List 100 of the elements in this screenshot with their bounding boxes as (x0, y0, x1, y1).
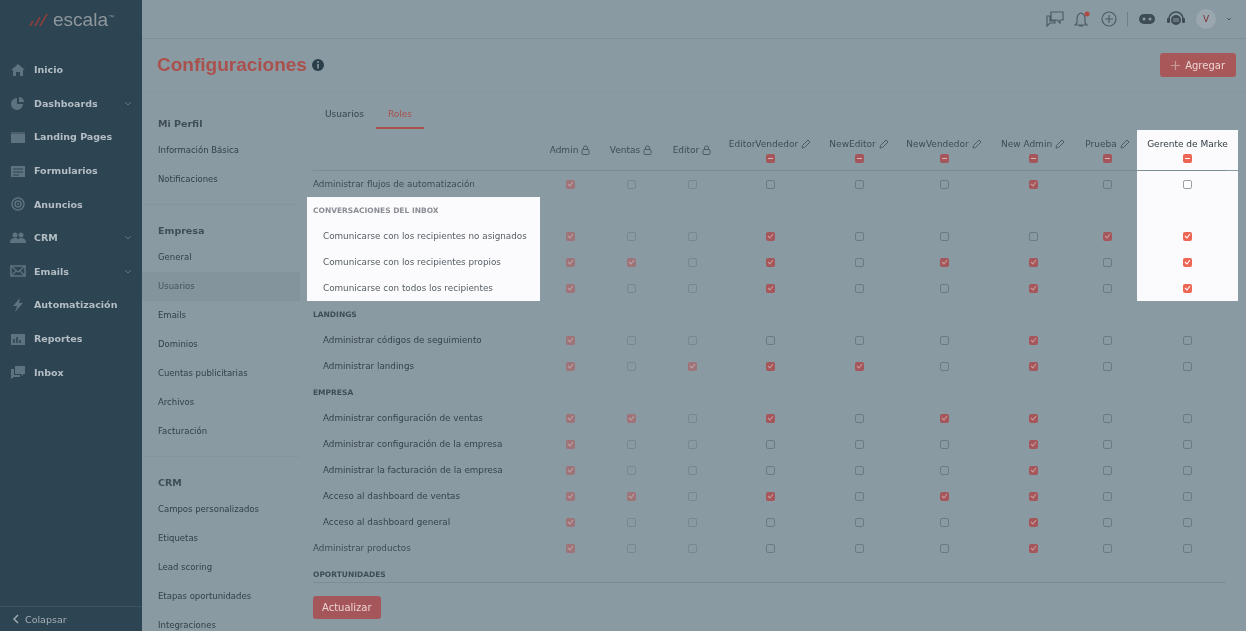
settings-nav-item[interactable]: Usuarios (142, 272, 300, 301)
permission-checkbox[interactable] (765, 231, 775, 241)
settings-nav-item[interactable]: Facturación (142, 417, 300, 446)
permission-checkbox[interactable] (854, 543, 864, 553)
settings-nav-item[interactable]: Etapas oportunidades (142, 582, 300, 611)
permission-checkbox[interactable] (854, 179, 864, 189)
permission-checkbox[interactable] (854, 517, 864, 527)
permission-checkbox[interactable] (1103, 179, 1112, 189)
collapse-button[interactable]: Colapsar (0, 606, 142, 631)
permission-checkbox[interactable] (565, 283, 575, 293)
permission-checkbox[interactable] (1183, 283, 1192, 293)
select-all-checkbox[interactable] (765, 153, 775, 163)
permission-checkbox[interactable] (1028, 413, 1038, 423)
permission-checkbox[interactable] (1183, 439, 1192, 449)
permission-checkbox[interactable] (1028, 543, 1038, 553)
add-button[interactable]: Agregar (1160, 53, 1236, 77)
permission-checkbox[interactable] (939, 231, 949, 241)
sidebar-item[interactable]: Automatización (0, 288, 142, 322)
select-all-checkbox[interactable] (1028, 153, 1038, 163)
permission-checkbox[interactable] (765, 439, 775, 449)
settings-nav-item[interactable]: Campos personalizados (142, 495, 300, 524)
permission-checkbox[interactable] (1028, 517, 1038, 527)
permission-checkbox[interactable] (565, 257, 575, 267)
permission-checkbox[interactable] (1183, 257, 1192, 267)
pencil-icon[interactable] (1119, 138, 1130, 149)
permission-checkbox[interactable] (565, 465, 575, 475)
permission-checkbox[interactable] (854, 491, 864, 501)
permission-checkbox[interactable] (939, 335, 949, 345)
permission-checkbox[interactable] (626, 491, 636, 501)
settings-nav-item[interactable]: Notificaciones (142, 165, 300, 194)
permission-checkbox[interactable] (1103, 283, 1112, 293)
permission-checkbox[interactable] (939, 361, 949, 371)
permission-checkbox[interactable] (854, 413, 864, 423)
sidebar-item[interactable]: Reportes (0, 321, 142, 356)
permission-checkbox[interactable] (939, 465, 949, 475)
select-all-checkbox[interactable] (1103, 153, 1112, 163)
settings-nav-item[interactable]: Información Básica (142, 136, 300, 165)
permission-checkbox[interactable] (1183, 231, 1192, 241)
pencil-icon[interactable] (971, 138, 982, 149)
settings-nav-item[interactable]: Archivos (142, 388, 300, 417)
settings-nav-item[interactable]: Dominios (142, 330, 300, 359)
sidebar-item[interactable]: Inbox (0, 355, 142, 389)
permission-checkbox[interactable] (854, 231, 864, 241)
permission-checkbox[interactable] (765, 517, 775, 527)
permission-checkbox[interactable] (854, 335, 864, 345)
permission-checkbox[interactable] (1103, 361, 1112, 371)
permission-checkbox[interactable] (1103, 465, 1112, 475)
permission-checkbox[interactable] (765, 335, 775, 345)
permission-checkbox[interactable] (1028, 231, 1038, 241)
sidebar-item[interactable]: Formularios (0, 153, 142, 188)
permission-checkbox[interactable] (565, 361, 575, 371)
permission-checkbox[interactable] (1028, 465, 1038, 475)
permission-checkbox[interactable] (1103, 257, 1112, 267)
permission-checkbox[interactable] (765, 491, 775, 501)
permission-checkbox[interactable] (765, 361, 775, 371)
permission-checkbox[interactable] (939, 491, 949, 501)
permission-checkbox[interactable] (765, 283, 775, 293)
permission-checkbox[interactable] (765, 413, 775, 423)
bell-icon[interactable] (1074, 10, 1091, 28)
user-avatar[interactable]: V (1196, 9, 1216, 29)
sidebar-item[interactable]: CRM (0, 220, 142, 255)
info-icon[interactable] (311, 59, 324, 71)
update-button[interactable]: Actualizar (313, 595, 381, 619)
permission-checkbox[interactable] (626, 257, 636, 267)
permission-checkbox[interactable] (565, 439, 575, 449)
permission-checkbox[interactable] (765, 543, 775, 553)
permission-checkbox[interactable] (854, 283, 864, 293)
permission-checkbox[interactable] (1103, 491, 1112, 501)
settings-nav-item[interactable]: Emails (142, 301, 300, 330)
permission-checkbox[interactable] (765, 179, 775, 189)
permission-checkbox[interactable] (1183, 361, 1192, 371)
permission-checkbox[interactable] (1028, 257, 1038, 267)
permission-checkbox[interactable] (565, 413, 575, 423)
permission-checkbox[interactable] (1183, 465, 1192, 475)
permission-checkbox[interactable] (939, 283, 949, 293)
permission-checkbox[interactable] (565, 335, 575, 345)
permission-checkbox[interactable] (765, 465, 775, 475)
permission-checkbox[interactable] (1183, 491, 1192, 501)
permission-checkbox[interactable] (1103, 517, 1112, 527)
select-all-checkbox[interactable] (854, 153, 864, 163)
permission-checkbox[interactable] (1103, 335, 1112, 345)
permission-checkbox[interactable] (565, 543, 575, 553)
sidebar-item[interactable]: Landing Pages (0, 120, 142, 154)
permission-checkbox[interactable] (1183, 543, 1192, 553)
permission-checkbox[interactable] (939, 439, 949, 449)
permission-checkbox[interactable] (1103, 413, 1112, 423)
permission-checkbox[interactable] (626, 413, 636, 423)
select-all-checkbox[interactable] (1183, 153, 1192, 163)
permission-checkbox[interactable] (1028, 361, 1038, 371)
sidebar-item[interactable]: Emails (0, 254, 142, 289)
permission-checkbox[interactable] (1183, 179, 1192, 189)
settings-nav-item[interactable]: Etiquetas (142, 524, 300, 553)
permission-checkbox[interactable] (939, 543, 949, 553)
permission-checkbox[interactable] (1028, 439, 1038, 449)
permission-checkbox[interactable] (1183, 413, 1192, 423)
pencil-icon[interactable] (1055, 138, 1066, 149)
sidebar-item[interactable]: Dashboards (0, 86, 142, 121)
permission-checkbox[interactable] (939, 413, 949, 423)
permission-checkbox[interactable] (854, 439, 864, 449)
permission-checkbox[interactable] (1183, 335, 1192, 345)
